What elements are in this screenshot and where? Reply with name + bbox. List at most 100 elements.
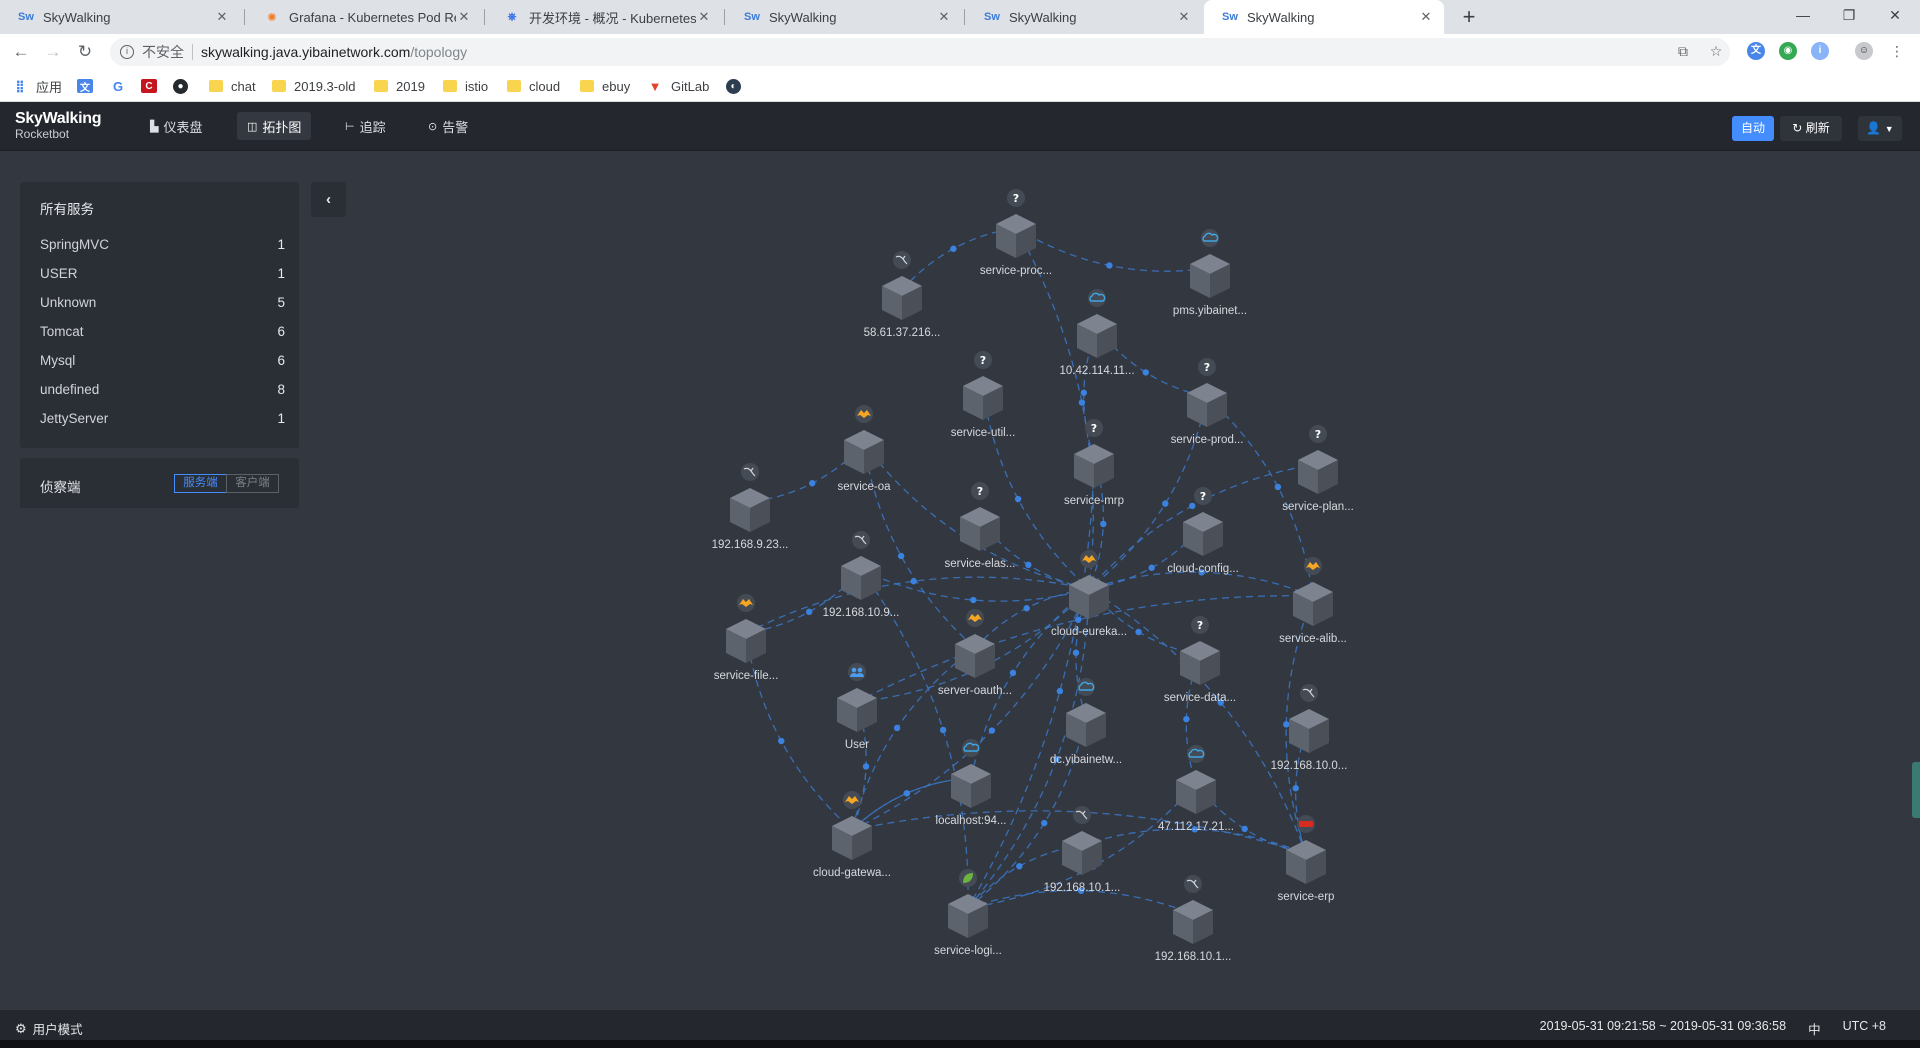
edge-midpoint-dot[interactable] <box>862 763 870 770</box>
bookmark-folder[interactable]: cloud <box>507 77 560 95</box>
extension-translate-icon[interactable]: 文 <box>1747 42 1765 60</box>
minimize-button[interactable]: — <box>1780 0 1826 30</box>
edge-midpoint-dot[interactable] <box>1040 819 1048 827</box>
close-window-button[interactable]: ✕ <box>1872 0 1918 30</box>
edge-midpoint-dot[interactable] <box>1016 863 1023 870</box>
service-type-row[interactable]: Unknown 5 <box>40 295 285 324</box>
edge-midpoint-dot[interactable] <box>1292 785 1299 792</box>
bookmark-folder[interactable]: 2019 <box>374 77 425 95</box>
topology-node[interactable]: pms.yibainet... <box>1173 229 1247 317</box>
edge-midpoint-dot[interactable] <box>1072 649 1080 656</box>
service-type-row[interactable]: SpringMVC 1 <box>40 237 285 266</box>
bookmark-gitlab[interactable]: ▼ GitLab <box>647 77 710 95</box>
browser-tab[interactable]: Sw SkyWalking ✕ <box>726 0 962 34</box>
new-tab-button[interactable]: + <box>1456 4 1482 30</box>
topology-node[interactable]: ? service-proc... <box>980 189 1052 277</box>
tab-close-icon[interactable]: ✕ <box>214 9 230 25</box>
edge-midpoint-dot[interactable] <box>1135 628 1142 636</box>
auto-refresh-button[interactable]: 自动 <box>1732 116 1774 141</box>
nav-topology[interactable]: ◫ 拓扑图 <box>237 112 312 140</box>
browser-tab[interactable]: ✺ Grafana - Kubernetes Pod Resources ✕ <box>246 0 482 34</box>
bookmark-folder[interactable]: 2019.3-old <box>272 77 355 95</box>
address-bar[interactable]: i 不安全 skywalking.java.yibainetwork.com /… <box>110 38 1730 66</box>
browser-tab-active[interactable]: Sw SkyWalking ✕ <box>1204 0 1444 34</box>
bookmark-folder[interactable]: istio <box>443 77 488 95</box>
service-type-row[interactable]: undefined 8 <box>40 382 285 411</box>
time-range[interactable]: 2019-05-31 09:21:58 ~ 2019-05-31 09:36:5… <box>1540 1019 1786 1038</box>
back-button[interactable]: ← <box>9 40 33 64</box>
service-type-row[interactable]: USER 1 <box>40 266 285 295</box>
user-menu-button[interactable]: 👤 ▼ <box>1858 116 1902 141</box>
edge-midpoint-dot[interactable] <box>1080 389 1088 396</box>
edge-midpoint-dot[interactable] <box>1025 561 1032 569</box>
edge-midpoint-dot[interactable] <box>1100 520 1107 528</box>
service-type-row[interactable]: JettyServer 1 <box>40 411 285 440</box>
topology-node[interactable]: 192.168.9.23... <box>712 463 789 551</box>
edge-midpoint-dot[interactable] <box>970 596 977 604</box>
edge-midpoint-dot[interactable] <box>809 480 816 487</box>
edge-midpoint-dot[interactable] <box>1009 669 1017 677</box>
edge-midpoint-dot[interactable] <box>1014 495 1022 503</box>
edge-midpoint-dot[interactable] <box>1142 369 1149 376</box>
edge-midpoint-dot[interactable] <box>805 608 813 616</box>
topology-edge[interactable] <box>745 632 853 831</box>
tab-close-icon[interactable]: ✕ <box>1418 9 1434 25</box>
skywalking-logo[interactable]: SkyWalking Rocketbot <box>15 110 102 141</box>
bookmark-folder[interactable]: ebuy <box>580 77 630 95</box>
bookmark-c[interactable]: C <box>141 77 165 95</box>
browser-tab[interactable]: Sw SkyWalking ✕ <box>966 0 1202 34</box>
observer-client-toggle[interactable]: 客户端 <box>226 474 279 493</box>
language-toggle[interactable]: 中 <box>1808 1019 1821 1038</box>
edge-midpoint-dot[interactable] <box>897 552 905 560</box>
edge-midpoint-dot[interactable] <box>1106 262 1113 269</box>
refresh-button[interactable]: ↻ 刷新 <box>1780 116 1842 141</box>
menu-kebab-icon[interactable]: ⋮ <box>1888 42 1906 60</box>
edge-midpoint-dot[interactable] <box>1148 564 1155 571</box>
edge-midpoint-dot[interactable] <box>1189 502 1196 510</box>
side-scroll-handle[interactable] <box>1912 762 1920 818</box>
topology-node[interactable]: service-file... <box>714 594 779 682</box>
edge-midpoint-dot[interactable] <box>1183 715 1190 723</box>
edge-midpoint-dot[interactable] <box>1162 500 1169 507</box>
reload-button[interactable]: ↻ <box>73 40 97 64</box>
tab-close-icon[interactable]: ✕ <box>936 9 952 25</box>
bookmark-google[interactable]: G <box>110 77 134 95</box>
info-icon[interactable]: i <box>120 45 134 59</box>
tab-close-icon[interactable]: ✕ <box>1176 9 1192 25</box>
edge-midpoint-dot[interactable] <box>893 724 901 732</box>
edge-midpoint-dot[interactable] <box>910 578 917 585</box>
tab-close-icon[interactable]: ✕ <box>696 9 712 25</box>
bookmark-translate[interactable]: 文 <box>77 77 101 95</box>
edge-midpoint-dot[interactable] <box>1056 687 1064 695</box>
topology-node[interactable]: ? service-util... <box>951 351 1016 439</box>
tab-close-icon[interactable]: ✕ <box>456 9 472 25</box>
edge-midpoint-dot[interactable] <box>778 737 785 745</box>
topology-node[interactable]: 192.168.10.1... <box>1155 875 1232 963</box>
restore-button[interactable]: ❐ <box>1826 0 1872 30</box>
edge-midpoint-dot[interactable] <box>939 726 947 734</box>
edge-midpoint-dot[interactable] <box>903 790 911 797</box>
timezone-label[interactable]: UTC +8 <box>1843 1019 1886 1038</box>
extension-info-icon[interactable]: i <box>1811 42 1829 60</box>
edge-midpoint-dot[interactable] <box>988 727 996 734</box>
edge-midpoint-dot[interactable] <box>1023 605 1030 612</box>
nav-alarm[interactable]: ⊙ 告警 <box>418 112 478 140</box>
collapse-sidebar-button[interactable]: ‹ <box>311 182 346 217</box>
translate-icon[interactable]: ⧉ <box>1674 42 1692 60</box>
nav-dashboard[interactable]: ▙ 仪表盘 <box>140 112 212 140</box>
user-mode-toggle[interactable]: ⚙ 用户模式 <box>15 1019 83 1038</box>
forward-button[interactable]: → <box>41 40 65 64</box>
nav-trace[interactable]: ⊢ 追踪 <box>335 112 396 140</box>
edge-midpoint-dot[interactable] <box>1241 825 1248 833</box>
bookmark-docker[interactable]: ◐ <box>726 77 749 95</box>
browser-tab[interactable]: Sw SkyWalking ✕ <box>0 0 240 34</box>
bookmark-apps[interactable]: ⣿ 应用 <box>12 77 62 95</box>
topology-node[interactable]: 192.168.10.0... <box>1271 684 1348 772</box>
extension-globe-icon[interactable]: ◉ <box>1779 42 1797 60</box>
bookmark-github[interactable]: ● <box>173 77 196 95</box>
topology-node[interactable]: 47.112.17.21... <box>1158 745 1234 833</box>
edge-midpoint-dot[interactable] <box>1078 399 1086 406</box>
bookmark-folder[interactable]: chat <box>209 77 256 95</box>
bookmark-star-icon[interactable]: ☆ <box>1707 42 1725 60</box>
edge-midpoint-dot[interactable] <box>1075 616 1082 623</box>
